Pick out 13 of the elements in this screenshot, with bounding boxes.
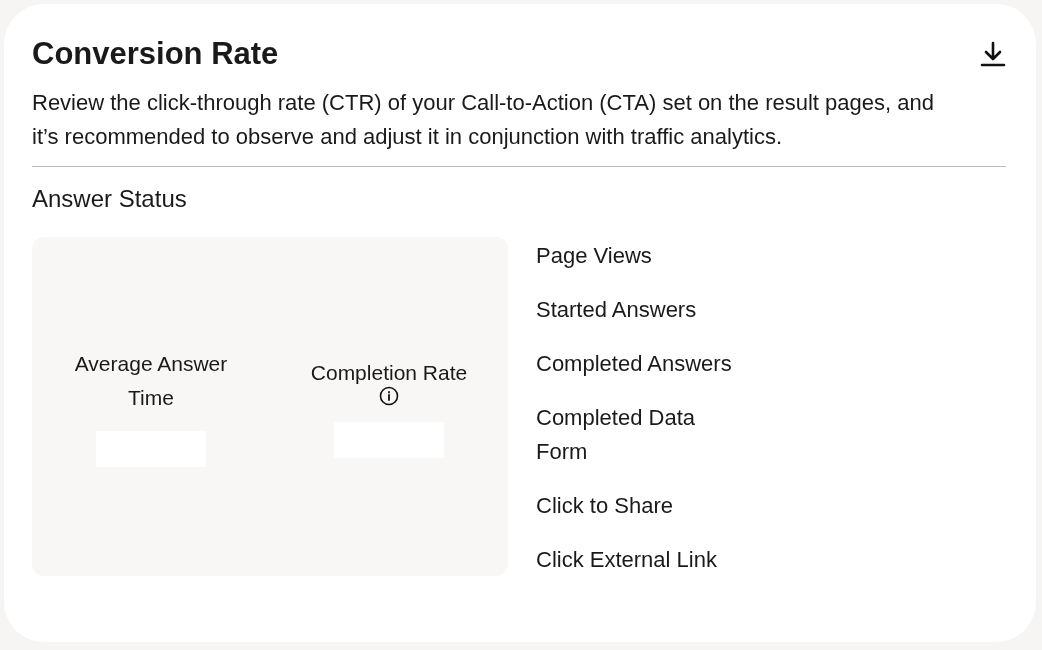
download-icon[interactable]: [980, 40, 1006, 68]
legend-item: Started Answers: [536, 296, 698, 324]
legend-item: Completed Data Form: [536, 404, 696, 466]
description-text: Review the click-through rate (CTR) of your Call-to-Action (CTA) set on the result pages, and it’s recommended to observe and adjust it in conjunction with traffic analytics.: [32, 89, 935, 151]
metric-label: Completion Rate: [309, 359, 469, 386]
info-icon[interactable]: [379, 385, 399, 406]
metric-label: Average Answer Time: [73, 350, 229, 411]
legend-item: Completed Answers: [536, 350, 733, 378]
section-title: Answer Status: [32, 185, 188, 213]
legend-item: Click to Share: [536, 492, 674, 520]
legend-item: Page Views: [536, 242, 653, 270]
legend-item: Click External Link: [536, 546, 718, 574]
card-title: Conversion Rate: [32, 36, 279, 72]
